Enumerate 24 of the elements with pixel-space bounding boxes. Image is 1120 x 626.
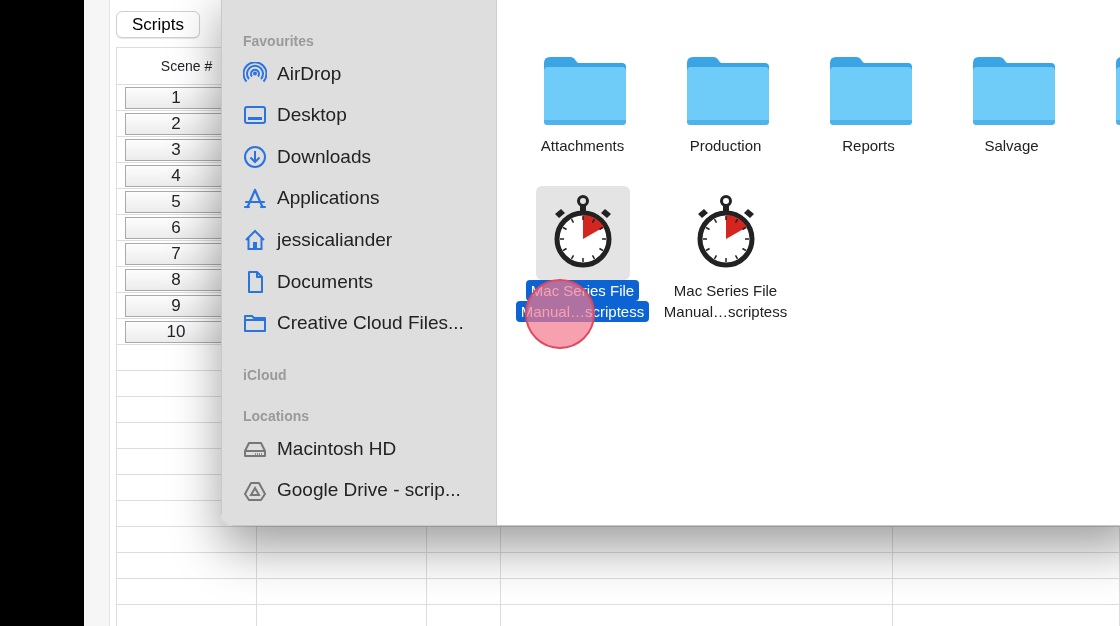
file-name[interactable]: Production [684,135,767,156]
sidebar-item[interactable]: jessicaliander [243,219,496,261]
sidebar-item[interactable]: Google Drive - scrip... [243,469,496,512]
applications-icon [243,186,267,211]
home-icon [243,228,267,253]
sidebar-section-title: Locations [243,407,311,427]
sidebar-item[interactable]: AirDrop [243,53,496,95]
sidebar-item[interactable]: Downloads [243,136,496,178]
column-header: Scene # [160,56,213,76]
sidebar-section-title: iCloud [243,366,288,386]
file-name[interactable]: Attachments [535,135,630,156]
file-name[interactable]: Mac Series File [668,280,783,301]
sidebar-item[interactable]: Applications [243,177,496,220]
sidebar-item[interactable]: Macintosh HD [243,428,496,470]
sidebar-item[interactable]: Desktop [243,94,496,137]
stopwatch-icon[interactable] [535,186,630,280]
download-icon [243,145,267,169]
file-name[interactable]: Salvage [979,135,1044,156]
file-name[interactable]: Manual…scriptess [658,301,793,322]
scripts-button[interactable]: Scripts [116,11,200,38]
sidebar-item[interactable]: Creative Cloud Files... [243,302,496,345]
sidebar-item[interactable]: Documents [243,260,496,303]
file-name[interactable]: Reports [837,135,900,156]
sidebar-section-title: Favourites [243,32,315,51]
